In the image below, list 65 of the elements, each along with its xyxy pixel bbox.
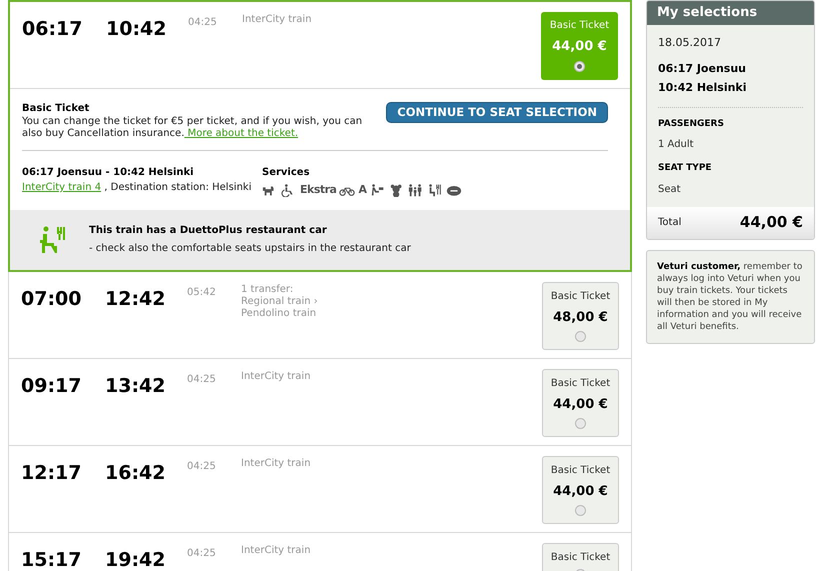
ticket-price: 44,00 € <box>553 396 608 414</box>
departure-time: 06:17 <box>22 17 84 42</box>
total-price: 44,00 € <box>740 212 803 234</box>
service-label: A <box>358 182 366 198</box>
ticket-type: Basic Ticket <box>550 19 610 33</box>
arrival: 10:42 Helsinki <box>658 80 748 96</box>
ticket-price: 48,00 € <box>553 308 608 326</box>
family-icon <box>408 183 424 198</box>
ticket-type: Basic Ticket <box>550 464 610 478</box>
play-area-icon <box>370 183 386 198</box>
train-info: Regional train › <box>241 296 319 308</box>
train-info: 1 transfer: <box>241 284 294 296</box>
radio-button[interactable] <box>574 60 585 72</box>
duration: 04:25 <box>188 16 218 30</box>
ticket-price: 44,00 € <box>552 38 607 56</box>
ticket-option[interactable]: Basic Ticket 44,00 € <box>542 368 619 436</box>
duration: 05:42 <box>187 286 217 300</box>
teddy-bear-icon <box>388 183 404 198</box>
seat-and-cutlery-icon <box>426 183 442 198</box>
seat-type-label: SEAT TYPE <box>658 162 713 175</box>
arrival-time: 19:42 <box>105 548 166 571</box>
passengers-label: PASSENGERS <box>658 118 725 130</box>
ticket-title: Basic Ticket <box>22 102 90 116</box>
ticket-option[interactable]: Basic Ticket 44,00 € <box>542 456 619 524</box>
arrival-time: 16:42 <box>105 460 166 486</box>
seat-and-cutlery-icon <box>38 226 66 254</box>
train-info: InterCity train <box>241 544 312 556</box>
ticket-description: You can change the ticket for €5 per ticket, and if you wish, you can also buy Cancellation insurance. More about the ticket. <box>22 116 364 140</box>
notice-text: - check also the comfortable seats upstairs in the restaurant car <box>89 242 411 256</box>
panel-title: My selections <box>647 1 814 25</box>
continue-to-seat-selection-button[interactable]: CONTINUE TO SEAT SELECTION <box>386 102 608 123</box>
train-info: Pendolino train <box>241 308 318 320</box>
travel-date: 18.05.2017 <box>658 35 722 51</box>
duration: 04:25 <box>187 372 217 386</box>
duration: 04:25 <box>187 460 217 474</box>
passengers-value: 1 Adult <box>658 138 695 152</box>
ticket-type: Basic Ticket <box>550 290 610 304</box>
ticket-price: 44,00 € <box>553 482 608 500</box>
radio-button[interactable] <box>575 505 586 516</box>
arrival-time: 12:42 <box>105 286 166 312</box>
route: 06:17 Joensuu - 10:42 Helsinki <box>22 166 195 180</box>
departure: 06:17 Joensuu <box>658 60 747 76</box>
total-label: Total <box>658 216 682 230</box>
ticket-option[interactable]: Basic Ticket <box>542 542 619 571</box>
ticket-option[interactable]: Basic Ticket 48,00 € <box>542 282 619 350</box>
radio-button[interactable] <box>575 418 586 429</box>
notice-title: This train has a DuettoPlus restaurant car <box>89 224 328 238</box>
train-destination: InterCity train 4 , Destination station: Helsinki <box>22 181 252 195</box>
arrival-time: 13:42 <box>105 374 166 398</box>
seat-type-value: Seat <box>658 182 682 196</box>
radio-button[interactable] <box>575 331 586 342</box>
departure-time: 15:17 <box>21 548 82 571</box>
departure-time: 09:17 <box>21 374 82 398</box>
ticket-type: Basic Ticket <box>550 550 610 564</box>
login-reminder: Veturi customer, remember to always log into Veturi when you buy train tickets. Your tickets will then be stored in My information and you will receive all Veturi benefits. <box>657 260 804 332</box>
duration: 04:25 <box>187 546 217 560</box>
departure-time: 12:17 <box>21 460 82 486</box>
departure-time: 07:00 <box>21 286 82 312</box>
train-info: InterCity train <box>242 14 313 26</box>
service-label: Ekstra <box>300 182 336 198</box>
arrival-time: 10:42 <box>106 17 168 42</box>
ticket-type: Basic Ticket <box>550 376 610 390</box>
train-info: InterCity train <box>241 370 312 382</box>
services-title: Services <box>262 166 311 180</box>
train-info: InterCity train <box>241 458 312 470</box>
